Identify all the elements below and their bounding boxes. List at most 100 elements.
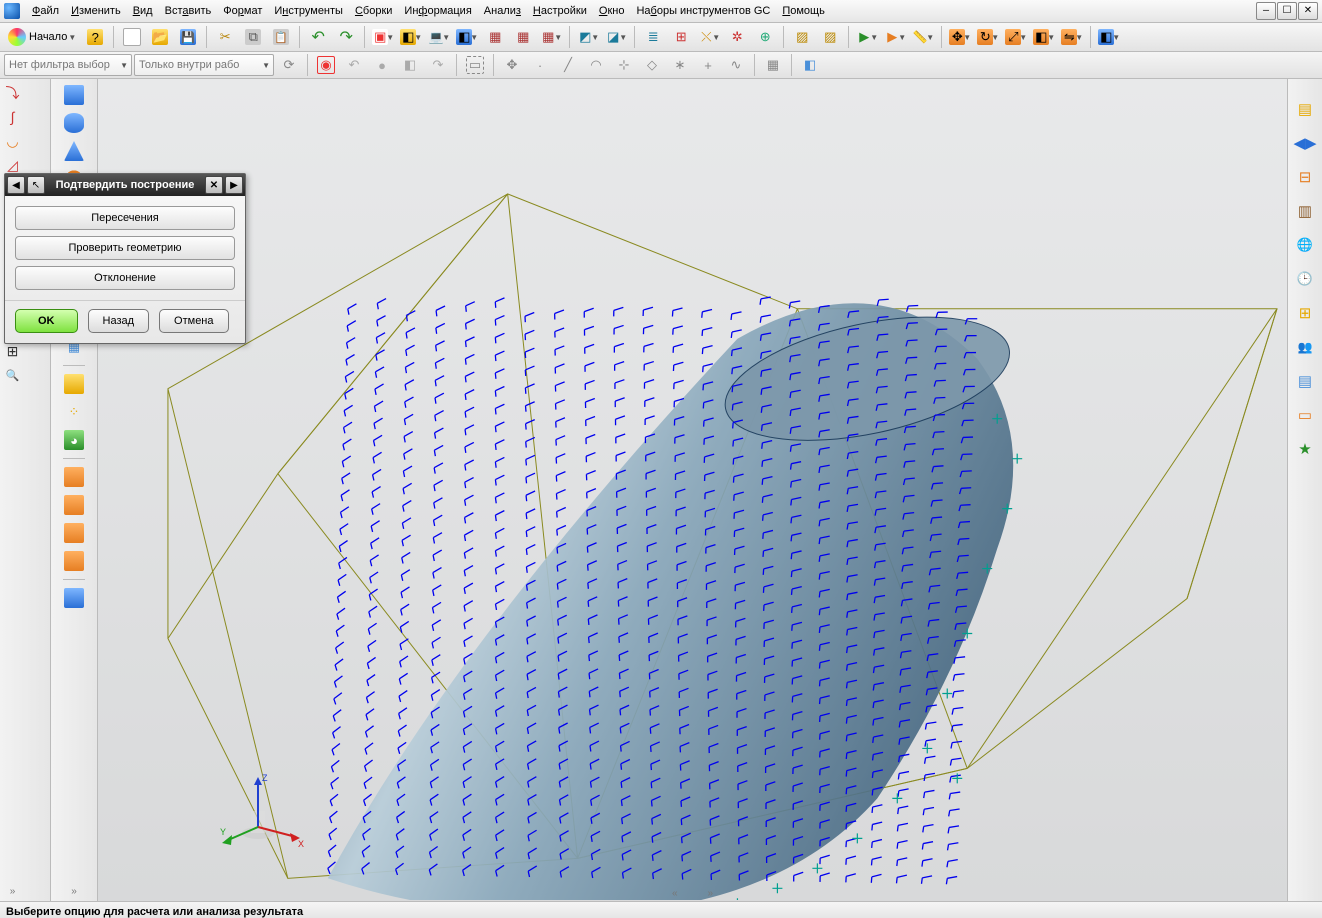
refresh-icon[interactable]: ⟳ bbox=[276, 52, 302, 78]
play-green-icon[interactable]: ▶▼ bbox=[854, 24, 880, 50]
green-cube-icon[interactable]: ◕ bbox=[62, 428, 86, 452]
menu-11[interactable]: Наборы инструментов GC bbox=[630, 3, 776, 19]
cube-wire3-icon[interactable]: ▦▼ bbox=[538, 24, 564, 50]
copy-icon[interactable]: ⧉ bbox=[240, 24, 266, 50]
checker1-icon[interactable]: ▨ bbox=[789, 24, 815, 50]
viewport-3d[interactable]: Z X Y «» bbox=[98, 79, 1287, 901]
menu-5[interactable]: Инструменты bbox=[268, 3, 349, 19]
scale-cube-icon[interactable]: ⤢▼ bbox=[1003, 24, 1029, 50]
box-diag-icon[interactable]: ◿ bbox=[3, 155, 23, 175]
cube-blue-icon[interactable]: ◧▼ bbox=[454, 24, 480, 50]
menu-8[interactable]: Анализ bbox=[478, 3, 527, 19]
ok-button[interactable]: OK bbox=[15, 309, 78, 333]
orange-flat-icon[interactable] bbox=[62, 549, 86, 573]
axes-icon[interactable]: ⤬▼ bbox=[696, 24, 722, 50]
menu-10[interactable]: Окно bbox=[593, 3, 631, 19]
minimize-button[interactable]: — bbox=[1256, 2, 1276, 20]
line-icon[interactable]: ╱ bbox=[555, 52, 581, 78]
origin-icon[interactable]: ⊕ bbox=[752, 24, 778, 50]
zoom-icon[interactable]: 🔍 bbox=[3, 365, 23, 385]
menu-0[interactable]: Файл bbox=[26, 3, 65, 19]
axis-icon[interactable]: ⊹ bbox=[611, 52, 637, 78]
snap-icon[interactable]: ∗ bbox=[667, 52, 693, 78]
menu-9[interactable]: Настройки bbox=[527, 3, 593, 19]
drawing-icon[interactable]: ▭ bbox=[1293, 403, 1317, 427]
layers-icon[interactable]: ≣ bbox=[640, 24, 666, 50]
menu-4[interactable]: Формат bbox=[217, 3, 268, 19]
sheet-icon[interactable]: ▤ bbox=[1293, 369, 1317, 393]
menu-12[interactable]: Помощь bbox=[776, 3, 831, 19]
marquee-icon[interactable]: ▭ bbox=[462, 52, 488, 78]
rotate-cube-icon[interactable]: ↻▼ bbox=[975, 24, 1001, 50]
menu-1[interactable]: Изменить bbox=[65, 3, 127, 19]
point-icon[interactable]: · bbox=[527, 52, 553, 78]
cylinder-icon[interactable] bbox=[62, 111, 86, 135]
move-cube-icon[interactable]: ✥▼ bbox=[947, 24, 973, 50]
transform-cube-icon[interactable]: ◧▼ bbox=[1031, 24, 1057, 50]
paste-icon[interactable]: 📋 bbox=[268, 24, 294, 50]
cube-yellow-icon[interactable]: ◧▼ bbox=[398, 24, 424, 50]
section2-icon[interactable]: ◪▼ bbox=[603, 24, 629, 50]
option-intersections[interactable]: Пересечения bbox=[15, 206, 235, 230]
palette-icon[interactable]: ▤ bbox=[1293, 97, 1317, 121]
cut-icon[interactable]: ✂ bbox=[212, 24, 238, 50]
cone-icon[interactable] bbox=[62, 139, 86, 163]
laptop-icon[interactable]: 💻▼ bbox=[426, 24, 452, 50]
help-icon[interactable]: ? bbox=[82, 24, 108, 50]
tree-panel-icon[interactable]: ⊟ bbox=[1293, 165, 1317, 189]
back-sel-icon[interactable]: ↶ bbox=[341, 52, 367, 78]
orange-sheet-icon[interactable] bbox=[62, 465, 86, 489]
blue-solid-icon[interactable]: ◧▼ bbox=[1096, 24, 1122, 50]
open-file-icon[interactable]: 📂 bbox=[147, 24, 173, 50]
forward-sel-icon[interactable]: ↷ bbox=[425, 52, 451, 78]
selection-box-icon[interactable]: ▣▼ bbox=[370, 24, 396, 50]
library-icon[interactable]: ▥ bbox=[1293, 199, 1317, 223]
yellow-solid-icon[interactable] bbox=[62, 372, 86, 396]
menu-7[interactable]: Информация bbox=[398, 3, 477, 19]
star-icon[interactable]: ★ bbox=[1293, 437, 1317, 461]
dialog-close-button[interactable]: ✕ bbox=[205, 176, 223, 194]
close-button[interactable]: ✕ bbox=[1298, 2, 1318, 20]
new-file-icon[interactable] bbox=[119, 24, 145, 50]
checker2-icon[interactable]: ▨ bbox=[817, 24, 843, 50]
curve-sel-icon[interactable]: ∿ bbox=[723, 52, 749, 78]
filter-combo-2[interactable]: Только внутри рабо▼ bbox=[134, 54, 274, 76]
curve-red2-icon[interactable]: ∫ bbox=[3, 107, 23, 127]
flag-blue-icon[interactable]: ◀▶ bbox=[1293, 131, 1317, 155]
assembly-icon[interactable]: ⊞ bbox=[1293, 301, 1317, 325]
plane-icon[interactable]: ◇ bbox=[639, 52, 665, 78]
stop-select-icon[interactable]: ◉ bbox=[313, 52, 339, 78]
menu-3[interactable]: Вставить bbox=[159, 3, 218, 19]
play-orange-icon[interactable]: ▶▼ bbox=[882, 24, 908, 50]
orange-roll-icon[interactable] bbox=[62, 521, 86, 545]
blue-cube-last-icon[interactable] bbox=[62, 586, 86, 610]
dialog-next-button[interactable]: ▶ bbox=[225, 176, 243, 194]
dialog-titlebar[interactable]: ◀ ↖ Подтвердить построение ✕ ▶ bbox=[5, 174, 245, 196]
orange-bend-icon[interactable] bbox=[62, 493, 86, 517]
redo-icon[interactable]: ↷ bbox=[333, 24, 359, 50]
grid-view-icon[interactable]: ⊞ bbox=[3, 341, 23, 361]
clock-icon[interactable]: 🕒 bbox=[1293, 267, 1317, 291]
cube-sel-icon[interactable]: ◧ bbox=[397, 52, 423, 78]
option-check-geometry[interactable]: Проверить геометрию bbox=[15, 236, 235, 260]
menu-6[interactable]: Сборки bbox=[349, 3, 398, 19]
menu-2[interactable]: Вид bbox=[127, 3, 159, 19]
layers-dot-icon[interactable]: ⊞ bbox=[668, 24, 694, 50]
plus-icon[interactable]: + bbox=[695, 52, 721, 78]
triad-icon[interactable]: ✲ bbox=[724, 24, 750, 50]
move-icon[interactable]: ✥ bbox=[499, 52, 525, 78]
mirror-cube-icon[interactable]: ⇋▼ bbox=[1059, 24, 1085, 50]
people-icon[interactable]: 👥 bbox=[1293, 335, 1317, 359]
back-button[interactable]: Назад bbox=[88, 309, 150, 333]
arc-orange-icon[interactable]: ◡ bbox=[3, 131, 23, 151]
option-deviation[interactable]: Отклонение bbox=[15, 266, 235, 290]
start-menu-button[interactable]: Начало ▼ bbox=[4, 28, 80, 46]
curve-red-icon[interactable]: ⤵ bbox=[3, 83, 23, 103]
grid-icon[interactable]: ▦ bbox=[760, 52, 786, 78]
save-file-icon[interactable]: 💾 bbox=[175, 24, 201, 50]
section-icon[interactable]: ◩▼ bbox=[575, 24, 601, 50]
maximize-button[interactable]: ☐ bbox=[1277, 2, 1297, 20]
block-blue-icon[interactable] bbox=[62, 83, 86, 107]
sphere-sel-icon[interactable]: ● bbox=[369, 52, 395, 78]
cube-wire2-icon[interactable]: ▦ bbox=[510, 24, 536, 50]
